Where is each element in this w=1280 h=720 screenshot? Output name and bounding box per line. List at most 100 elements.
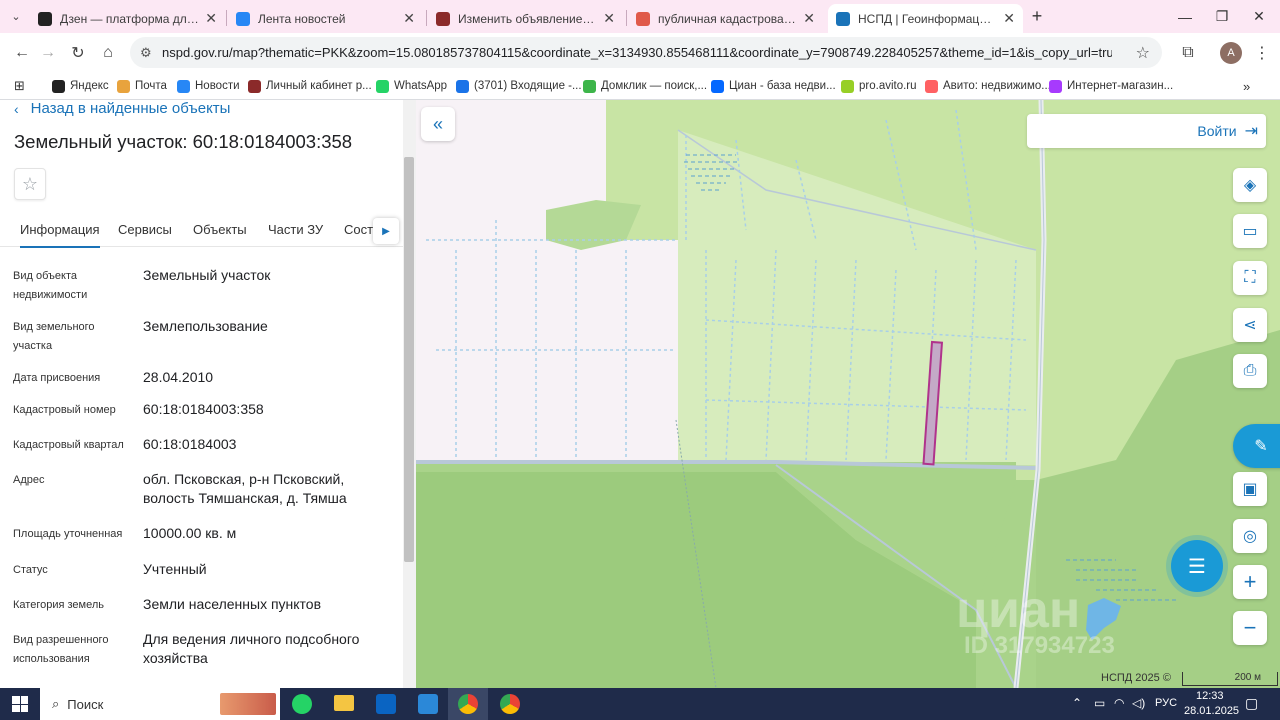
browser-tab[interactable]: публичная кадастровая карта ✕ bbox=[628, 4, 823, 33]
address-toolbar: ← → ↻ ⌂ ⚙ nspd.gov.ru/map?thematic=PKK&z… bbox=[0, 33, 1280, 72]
tab-objects[interactable]: Объекты bbox=[193, 222, 247, 237]
battery-icon[interactable]: ▭ bbox=[1094, 696, 1105, 710]
whatsapp-app-icon[interactable] bbox=[292, 694, 312, 714]
chrome-icon bbox=[458, 694, 478, 714]
volume-icon[interactable]: ◁) bbox=[1132, 696, 1145, 710]
forward-icon[interactable]: → bbox=[36, 41, 60, 65]
bookmark-item[interactable]: (3701) Входящие -... bbox=[456, 77, 582, 95]
layers-button[interactable]: ◈ bbox=[1233, 168, 1267, 202]
info-label: Вид разрешенного использования bbox=[13, 634, 109, 665]
bookmark-item[interactable]: Яндекс bbox=[52, 77, 109, 95]
bookmark-favicon bbox=[456, 79, 469, 93]
info-value: Земельный участок bbox=[143, 267, 271, 283]
chat-icon: ✎ bbox=[1254, 438, 1268, 455]
file-explorer-icon[interactable] bbox=[334, 695, 354, 711]
feedback-button[interactable]: ✎ bbox=[1233, 424, 1280, 468]
dzen-icon bbox=[38, 11, 52, 26]
close-tab-icon[interactable]: ✕ bbox=[205, 10, 217, 27]
tab-information[interactable]: Информация bbox=[20, 222, 100, 248]
message-icon: ☰ bbox=[1188, 555, 1206, 578]
bookmark-star-icon[interactable]: ☆ bbox=[1136, 43, 1150, 63]
login-button[interactable]: Войти ⇥ bbox=[1027, 114, 1266, 148]
wifi-icon[interactable]: ◠ bbox=[1114, 696, 1124, 710]
bookmark-item[interactable]: pro.avito.ru bbox=[841, 77, 917, 95]
new-tab-button[interactable]: + bbox=[1026, 0, 1048, 33]
menu-icon[interactable]: ⋮ bbox=[1250, 41, 1274, 65]
ruler-icon: ▭ bbox=[1242, 223, 1258, 240]
share-button[interactable]: ⋖ bbox=[1233, 308, 1267, 342]
apps-grid-icon[interactable]: ⊞ bbox=[14, 77, 25, 95]
close-tab-icon[interactable]: ✕ bbox=[403, 10, 415, 27]
clock-date[interactable]: 28.01.2025 bbox=[1184, 705, 1239, 717]
tab-title: Изменить объявление #2251 bbox=[458, 11, 597, 26]
bookmark-item[interactable]: Интернет-магазин... bbox=[1049, 77, 1173, 95]
url-bar[interactable]: ⚙ nspd.gov.ru/map?thematic=PKK&zoom=15.0… bbox=[130, 37, 1162, 68]
zoom-in-button[interactable]: + bbox=[1233, 565, 1267, 599]
favorite-star-button[interactable]: ☆ bbox=[14, 168, 46, 200]
bookmark-item[interactable]: Почта bbox=[117, 77, 167, 95]
select-area-button[interactable]: ⛶ bbox=[1233, 261, 1267, 295]
home-icon[interactable]: ⌂ bbox=[96, 41, 120, 65]
reload-icon[interactable]: ↻ bbox=[66, 41, 90, 65]
browser-tab[interactable]: Дзен — платформа для просм ✕ bbox=[30, 4, 225, 33]
map-copyright: НСПД 2025 © bbox=[1101, 672, 1171, 684]
clock-time[interactable]: 12:33 bbox=[1196, 690, 1224, 702]
store-icon[interactable] bbox=[418, 694, 438, 714]
info-label: Вид земельного участка bbox=[13, 321, 95, 352]
tray-chevron-icon[interactable]: ⌃ bbox=[1072, 696, 1082, 710]
bookmark-favicon bbox=[711, 79, 724, 93]
bookmarks-bar: ⊞ Яндекс Почта Новости Личный кабинет р... W… bbox=[0, 72, 1280, 100]
bookmark-favicon bbox=[177, 79, 190, 93]
tab-services[interactable]: Сервисы bbox=[118, 222, 172, 237]
browser-tab[interactable]: Изменить объявление #2251 ✕ bbox=[428, 4, 623, 33]
start-button[interactable] bbox=[12, 696, 28, 712]
scale-bar: 200 м bbox=[1182, 672, 1278, 686]
bookmark-label: Почта bbox=[135, 80, 167, 92]
yandex-icon bbox=[636, 11, 650, 26]
print-button[interactable]: ⎙ bbox=[1233, 354, 1267, 388]
chrome-taskbar-active[interactable] bbox=[448, 688, 488, 720]
close-tab-icon[interactable]: ✕ bbox=[803, 10, 815, 27]
chrome-icon-2[interactable] bbox=[500, 694, 520, 714]
tab-parts[interactable]: Части ЗУ bbox=[268, 222, 323, 237]
language-indicator[interactable]: РУС bbox=[1155, 697, 1177, 709]
tab-separator bbox=[226, 10, 227, 26]
star-icon: ☆ bbox=[21, 173, 39, 194]
bookmark-item[interactable]: Авито: недвижимо... bbox=[925, 77, 1051, 95]
info-label: Кадастровый номер bbox=[13, 404, 116, 416]
ruler-button[interactable]: ▭ bbox=[1233, 214, 1267, 248]
info-value: 60:18:0184003:358 bbox=[143, 401, 264, 417]
bookmark-item[interactable]: Личный кабинет р... bbox=[248, 77, 372, 95]
collapse-panel-button[interactable]: « bbox=[421, 107, 455, 141]
close-tab-icon[interactable]: ✕ bbox=[603, 10, 615, 27]
site-info-icon[interactable]: ⚙ bbox=[140, 45, 152, 61]
watermark-id: ID 317934723 bbox=[964, 632, 1115, 659]
map-view[interactable]: « Войти ⇥ ◈ ▭ ⛶ ⋖ ⎙ ✎ ▣ ◎ + − ☰ циан ID … bbox=[416, 100, 1280, 688]
browser-tab[interactable]: Лента новостей ✕ bbox=[228, 4, 423, 33]
zoom-out-button[interactable]: − bbox=[1233, 611, 1267, 645]
scale-label: 200 м bbox=[1234, 672, 1261, 683]
taskbar-search[interactable]: ⌕ Поиск bbox=[40, 688, 280, 720]
info-value: Учтенный bbox=[143, 561, 207, 577]
outlook-icon[interactable] bbox=[376, 694, 396, 714]
scrollbar-thumb[interactable] bbox=[404, 157, 414, 562]
close-window-button[interactable]: ✕ bbox=[1236, 0, 1280, 33]
bookmark-item[interactable]: Домклик — поиск,... bbox=[583, 77, 707, 95]
tabs-next-button[interactable]: ▶ bbox=[373, 218, 399, 244]
back-to-results-link[interactable]: ‹ Назад в найденные объекты bbox=[14, 100, 230, 117]
map-canvas[interactable] bbox=[416, 100, 1280, 688]
close-tab-icon[interactable]: ✕ bbox=[1003, 10, 1015, 27]
chat-bubble-button[interactable]: ☰ bbox=[1171, 540, 1223, 592]
tab-search-chevron-icon[interactable]: ⌄ bbox=[4, 4, 28, 28]
bookmark-item[interactable]: Циан - база недви... bbox=[711, 77, 836, 95]
locate-button[interactable]: ◎ bbox=[1233, 519, 1267, 553]
bookmark-item[interactable]: WhatsApp bbox=[376, 77, 447, 95]
back-icon[interactable]: ← bbox=[10, 41, 34, 65]
more-bookmarks-icon[interactable]: » bbox=[1243, 77, 1250, 95]
profile-avatar[interactable]: A bbox=[1220, 42, 1242, 64]
extensions-icon[interactable]: ⧉ bbox=[1176, 41, 1200, 65]
minimap-button[interactable]: ▣ bbox=[1233, 472, 1267, 506]
browser-tab[interactable]: НСПД | Геоинформационный ✕ bbox=[828, 4, 1023, 33]
bookmark-item[interactable]: Новости bbox=[177, 77, 240, 95]
notification-icon[interactable]: ▢ bbox=[1245, 695, 1258, 712]
